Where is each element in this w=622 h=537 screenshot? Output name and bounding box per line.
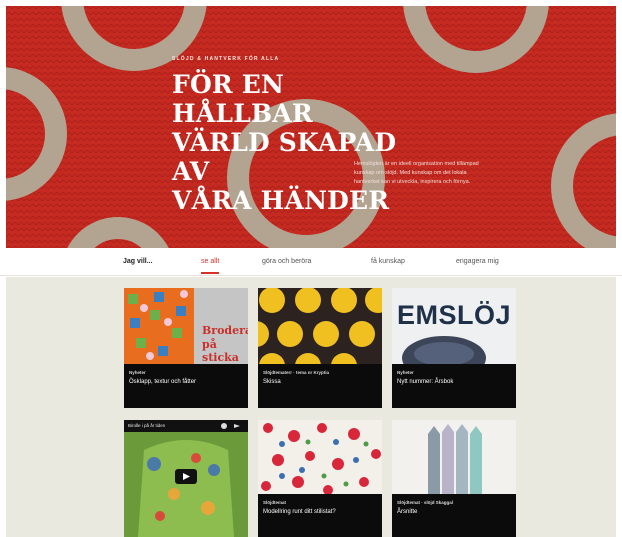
card-category: Slöjdtematerr · tema nr Kryptia <box>263 370 330 375</box>
card-image-embroidery-book: Brodera på sticka <box>124 288 248 364</box>
card-category: Nyheter <box>397 370 414 375</box>
card-title: Skissa <box>263 379 281 385</box>
video-title: Birolle i på år tiden <box>128 423 166 428</box>
card-sketch[interactable]: Slöjdtematerr · tema nr Kryptia Skissa <box>258 288 382 408</box>
filter-nav: Jag vill... se allt göra och beröra få k… <box>0 248 622 276</box>
card-caption: Nyheter Nytt nummer: Årsbok <box>397 370 453 385</box>
book-title-line-2: på sticka <box>202 338 239 364</box>
nav-tab-make-and-touch[interactable]: göra och beröra <box>262 258 311 265</box>
hero-banner: SLÖJD & HANTVERK FÖR ALLA FÖR EN HÅLLBAR… <box>6 6 616 248</box>
hero-title: FÖR EN HÅLLBAR VÄRLD SKAPAD AV VÅRA HÄND… <box>172 70 397 215</box>
card-image-felt-jacket: Birolle i på år tiden <box>124 420 248 537</box>
nav-tab-see-all[interactable]: se allt <box>201 258 220 274</box>
content-grid: Brodera på sticka Nyheter Ösklapp, textu… <box>6 277 616 537</box>
card-title: Modellring runt ditt stilistat? <box>263 509 336 515</box>
nav-label: Jag vill... <box>123 258 153 265</box>
card-floral[interactable]: Slöjdtemat Modellring runt ditt stilista… <box>258 420 382 537</box>
card-title: Ösklapp, textur och fåtter <box>129 379 197 385</box>
play-icon[interactable] <box>175 469 197 484</box>
hero-kicker: SLÖJD & HANTVERK FÖR ALLA <box>172 56 280 62</box>
book-title-line-1: Brodera <box>202 324 248 337</box>
card-category: Slöjdtemat · slöjd Skaggal <box>397 500 454 505</box>
hero-description: Hemslöjden är en ideell organisation med… <box>354 161 479 185</box>
nav-tab-get-involved[interactable]: engagera mig <box>456 258 499 265</box>
card-image-pastel-fabrics <box>392 420 516 494</box>
card-magazine[interactable]: EMSLÖJ Nyheter Nytt nummer: Årsbok <box>392 288 516 408</box>
card-caption: Slöjdtemat Modellring runt ditt stilista… <box>263 500 336 515</box>
nav-tab-get-knowledge[interactable]: få kunskap <box>371 258 405 265</box>
card-caption: Slöjdtematerr · tema nr Kryptia Skissa <box>263 370 329 385</box>
card-caption: Slöjdtemat · slöjd Skaggal Årsnitte <box>397 500 453 515</box>
card-caption: Nyheter Ösklapp, textur och fåtter <box>129 370 196 385</box>
card-image-yellow-dots <box>258 288 382 364</box>
card-video[interactable]: Birolle i på år tiden <box>124 420 248 537</box>
card-category: Nyheter <box>129 370 146 375</box>
card-pastel[interactable]: Slöjdtemat · slöjd Skaggal Årsnitte <box>392 420 516 537</box>
card-embroidery[interactable]: Brodera på sticka Nyheter Ösklapp, textu… <box>124 288 248 408</box>
card-image-floral-fabric <box>258 420 382 494</box>
card-title: Årsnitte <box>397 509 418 515</box>
card-title: Nytt nummer: Årsbok <box>397 379 454 385</box>
card-image-emslojd-magazine: EMSLÖJ <box>392 288 516 364</box>
card-category: Slöjdtemat <box>263 500 287 505</box>
